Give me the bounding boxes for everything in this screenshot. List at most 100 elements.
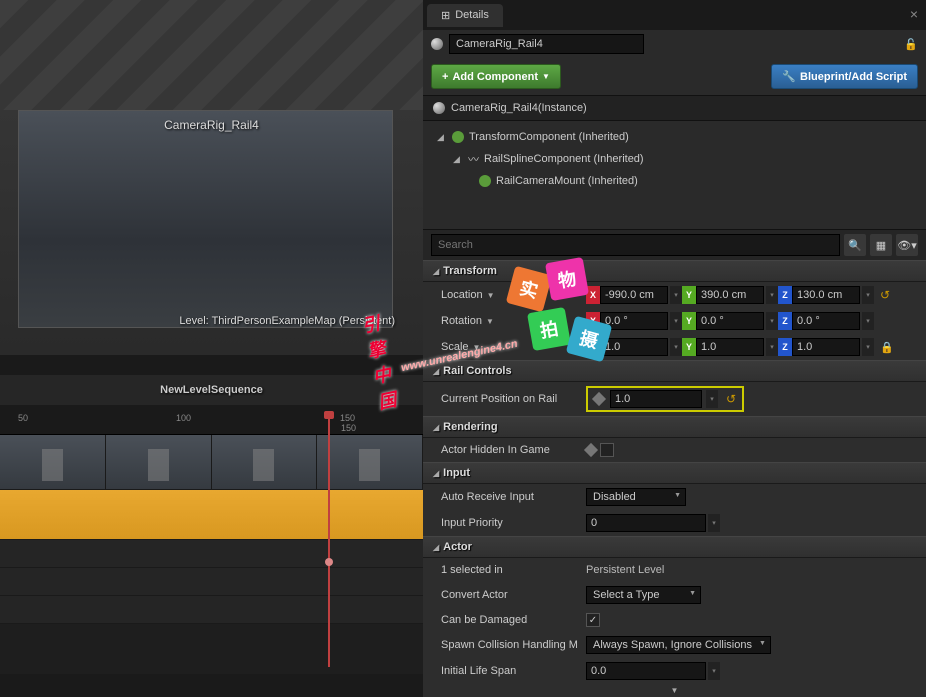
add-component-label: Add Component [452, 71, 538, 83]
z-label: Z [778, 286, 792, 304]
prop-scale: Scale▼ X▾ Y▾ Z▾ 🔒 [423, 334, 926, 360]
category-rail[interactable]: Rail Controls [423, 360, 926, 382]
scale-x-input[interactable] [600, 338, 668, 356]
prop-auto-receive-input: Auto Receive Input Disabled [423, 484, 926, 510]
keyframe-icon[interactable] [592, 392, 606, 406]
rail-position-label: Current Position on Rail [441, 393, 557, 405]
auto-receive-dropdown[interactable]: Disabled [586, 488, 686, 506]
input-priority-input[interactable] [586, 514, 706, 532]
spinner-icon[interactable]: ▾ [766, 338, 778, 356]
spinner-icon[interactable]: ▾ [766, 286, 778, 304]
spinner-icon[interactable]: ▾ [670, 312, 682, 330]
playhead[interactable] [328, 417, 330, 667]
track-empty[interactable] [0, 540, 423, 568]
spawn-collision-label: Spawn Collision Handling M [441, 639, 578, 651]
spinner-icon[interactable]: ▾ [862, 286, 874, 304]
keyframe-marker[interactable] [325, 558, 333, 566]
prop-hidden-in-game: Actor Hidden In Game [423, 438, 926, 462]
spinner-icon[interactable]: ▾ [670, 338, 682, 356]
blueprint-button[interactable]: 🔧 Blueprint/Add Script [771, 64, 918, 89]
spinner-icon[interactable]: ▾ [862, 338, 874, 356]
details-tab[interactable]: ⊞ Details [427, 4, 503, 27]
expand-icon[interactable]: ◢ [453, 154, 463, 165]
tick-150b: 150 [341, 423, 356, 433]
track-empty[interactable] [0, 568, 423, 596]
track-empty[interactable] [0, 596, 423, 624]
spinner-icon[interactable]: ▾ [766, 312, 778, 330]
y-label: Y [682, 312, 696, 330]
category-input[interactable]: Input [423, 462, 926, 484]
camera-cut-track[interactable] [0, 490, 423, 540]
spinner-icon[interactable]: ▾ [862, 312, 874, 330]
category-rendering[interactable]: Rendering [423, 416, 926, 438]
hidden-checkbox[interactable] [600, 443, 614, 457]
chevron-down-icon[interactable]: ▼ [473, 343, 481, 352]
location-y-input[interactable] [696, 286, 764, 304]
actor-icon [433, 102, 445, 114]
chevron-down-icon[interactable]: ▼ [486, 317, 494, 326]
prop-rotation: Rotation▼ X▾ Y▾ Z▾ [423, 308, 926, 334]
viewport-render[interactable] [18, 110, 393, 328]
blueprint-label: Blueprint/Add Script [800, 71, 907, 83]
x-label: X [586, 286, 600, 304]
spawn-collision-dropdown[interactable]: Always Spawn, Ignore Collisions [586, 636, 771, 654]
actor-name-field[interactable] [449, 34, 644, 54]
rotation-y-input[interactable] [696, 312, 764, 330]
camera-track[interactable] [0, 435, 423, 490]
prop-rail-position: Current Position on Rail ▾ ↺ [423, 382, 926, 416]
category-actor[interactable]: Actor [423, 536, 926, 558]
close-icon[interactable]: × [910, 6, 918, 22]
details-panel: ⊞ Details × 🔓 + Add Component ▼ 🔧 Bluepr… [423, 0, 926, 674]
spinner-icon[interactable]: ▾ [670, 286, 682, 304]
actor-icon [431, 38, 443, 50]
sequencer-title: NewLevelSequence [0, 375, 423, 405]
scale-y-input[interactable] [696, 338, 764, 356]
hidden-label: Actor Hidden In Game [441, 444, 550, 456]
eye-icon[interactable]: 👁▾ [896, 234, 918, 256]
rotation-x-input[interactable] [600, 312, 668, 330]
button-row: + Add Component ▼ 🔧 Blueprint/Add Script [423, 58, 926, 95]
frame-thumb [106, 435, 212, 489]
component-transform[interactable]: ◢ TransformComponent (Inherited) [423, 127, 926, 147]
rail-position-input[interactable] [610, 390, 702, 408]
keyframe-icon[interactable] [584, 443, 598, 457]
component-railcamera[interactable]: RailCameraMount (Inherited) [423, 171, 926, 191]
lock-icon[interactable]: 🔒 [880, 341, 894, 354]
location-z-input[interactable] [792, 286, 860, 304]
auto-receive-label: Auto Receive Input [441, 491, 534, 503]
location-x-input[interactable] [600, 286, 668, 304]
persistent-level-text: Persistent Level [586, 564, 664, 576]
spinner-icon[interactable]: ▾ [708, 662, 720, 680]
convert-actor-label: Convert Actor [441, 589, 508, 601]
prop-convert-actor: Convert Actor Select a Type [423, 582, 926, 608]
rotation-z-input[interactable] [792, 312, 860, 330]
category-transform[interactable]: Transform [423, 260, 926, 282]
tab-label: Details [455, 9, 489, 21]
revert-icon[interactable]: ↺ [726, 392, 736, 406]
viewport-panel[interactable]: CameraRig_Rail4 Level: ThirdPersonExampl… [0, 0, 423, 355]
component-railspline[interactable]: ◢ 〰 RailSplineComponent (Inherited) [423, 147, 926, 171]
search-input[interactable] [431, 234, 840, 256]
input-priority-label: Input Priority [441, 517, 503, 529]
instance-row[interactable]: CameraRig_Rail4(Instance) [423, 95, 926, 121]
search-icon[interactable]: 🔍 [844, 234, 866, 256]
add-component-button[interactable]: + Add Component ▼ [431, 64, 561, 89]
sequencer-timeline[interactable]: 50 100 150 150 [0, 405, 423, 674]
expand-more-icon[interactable]: ▼ [423, 684, 926, 697]
plus-icon: + [442, 71, 448, 83]
lock-icon[interactable]: 🔓 [904, 38, 918, 51]
damaged-checkbox[interactable]: ✓ [586, 613, 600, 627]
scale-z-input[interactable] [792, 338, 860, 356]
spinner-icon[interactable]: ▾ [708, 514, 720, 532]
tick-100: 100 [176, 413, 191, 423]
revert-icon[interactable]: ↺ [880, 288, 890, 302]
matrix-icon[interactable]: ▦ [870, 234, 892, 256]
life-span-input[interactable] [586, 662, 706, 680]
spinner-icon[interactable]: ▾ [706, 390, 718, 408]
component-icon [479, 175, 491, 187]
chevron-down-icon: ▼ [542, 72, 550, 81]
convert-actor-dropdown[interactable]: Select a Type [586, 586, 701, 604]
timeline-ruler[interactable]: 50 100 150 150 [0, 405, 423, 435]
chevron-down-icon[interactable]: ▼ [487, 291, 495, 300]
expand-icon[interactable]: ◢ [437, 132, 447, 143]
